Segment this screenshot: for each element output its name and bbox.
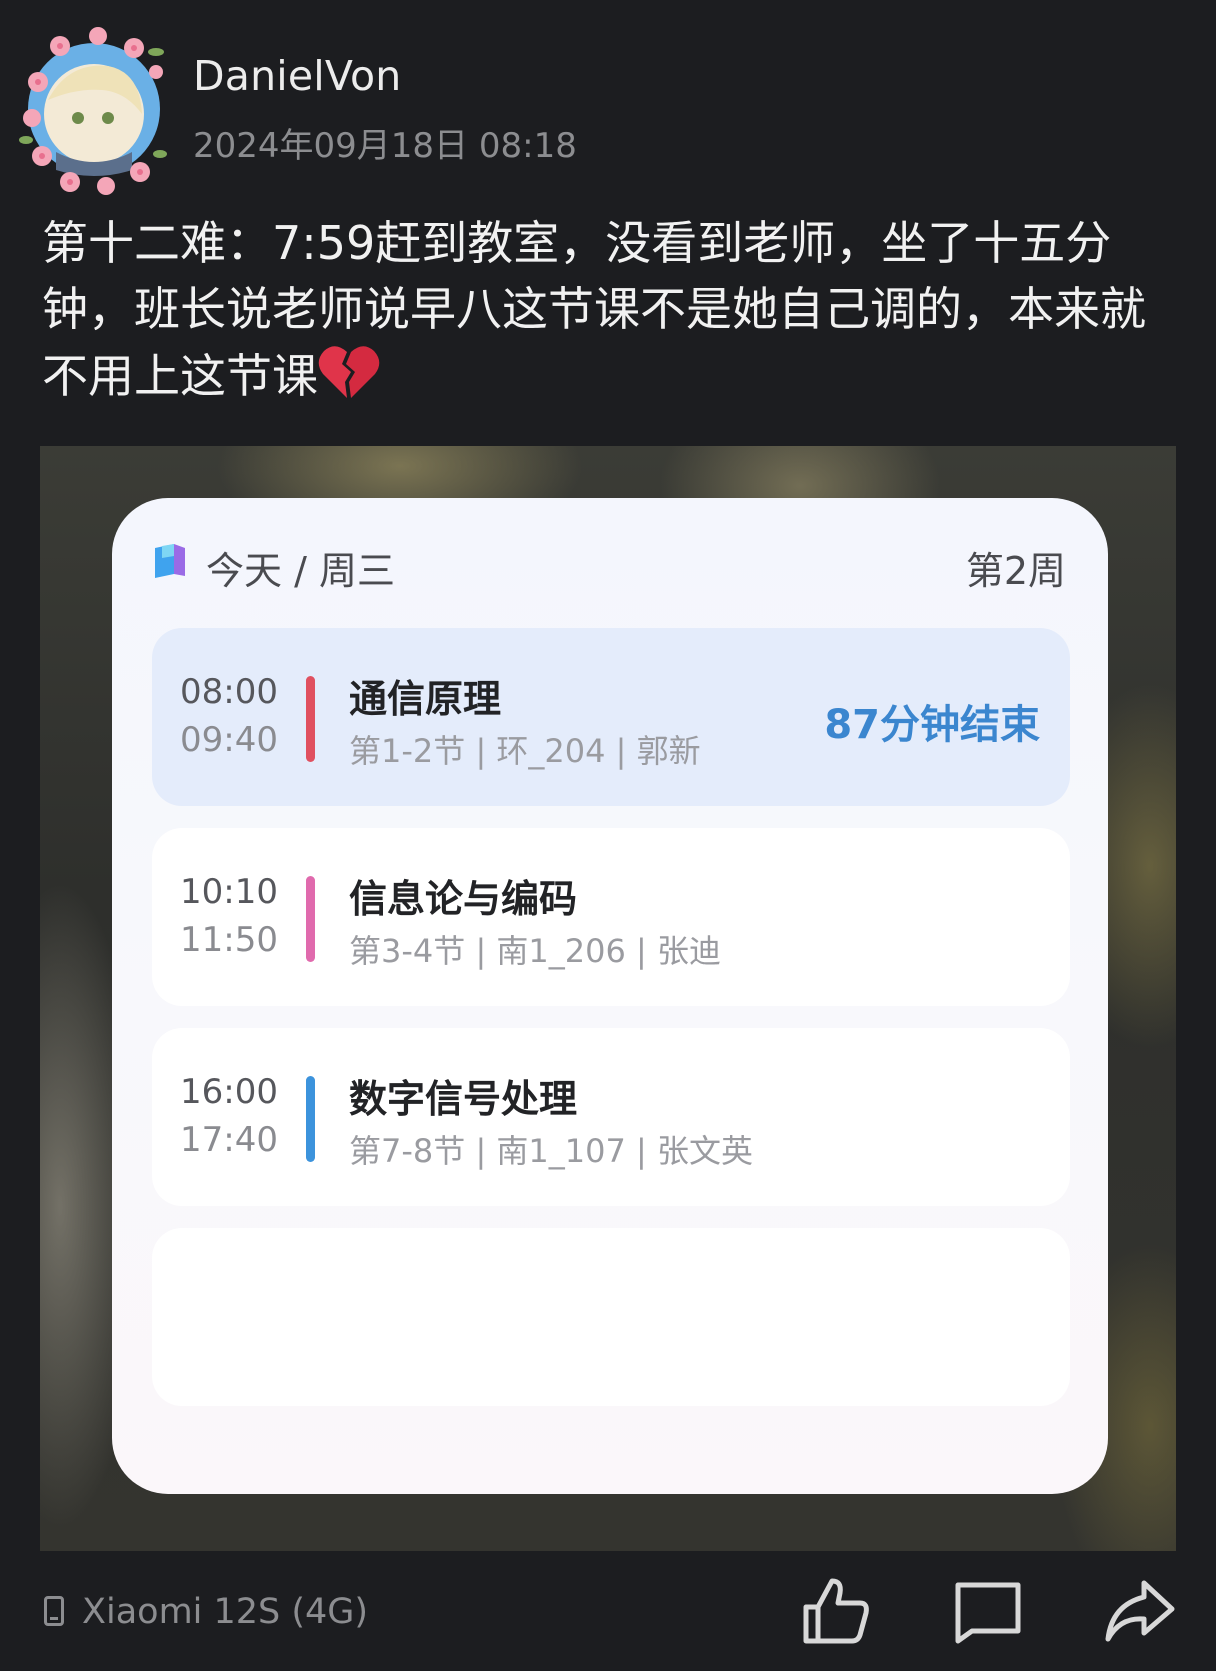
like-button[interactable]	[800, 1575, 872, 1647]
course-name: 数字信号处理	[349, 1077, 578, 1121]
post-timestamp: 2024年09月18日 08:18	[193, 126, 577, 166]
like-icon	[803, 1578, 869, 1644]
course-color-bar	[306, 1076, 315, 1162]
course-status: 87分钟结束	[824, 702, 1040, 748]
course-card[interactable]: 16:00 17:40 数字信号处理 第7-8节 | 南1_107 | 张文英	[152, 1028, 1070, 1206]
username[interactable]: DanielVon	[193, 52, 401, 100]
post-image[interactable]: 今天 / 周三 第2周 08:00 09:40 通信原理 第1-2节 | 环_2…	[40, 446, 1176, 1551]
schedule-widget: 今天 / 周三 第2周 08:00 09:40 通信原理 第1-2节 | 环_2…	[112, 498, 1108, 1494]
course-name: 信息论与编码	[349, 877, 578, 921]
share-icon	[1105, 1580, 1175, 1642]
app-logo-icon	[155, 544, 185, 578]
course-start-time: 16:00	[180, 1072, 278, 1112]
share-button[interactable]	[1104, 1575, 1176, 1647]
empty-course-slot	[152, 1228, 1070, 1406]
post-text: 第十二难：7:59赶到教室，没看到老师，坐了十五分钟，班长说老师说早八这节课不是…	[42, 210, 1182, 409]
course-card[interactable]: 10:10 11:50 信息论与编码 第3-4节 | 南1_206 | 张迪	[152, 828, 1070, 1006]
phone-icon	[44, 1596, 64, 1626]
widget-date-title: 今天 / 周三	[206, 549, 395, 593]
device-source: Xiaomi 12S (4G)	[44, 1592, 368, 1632]
course-detail: 第1-2节 | 环_204 | 郭新	[349, 732, 701, 770]
post-text-content: 第十二难：7:59赶到教室，没看到老师，坐了十五分钟，班长说老师说早八这节课不是…	[42, 216, 1146, 403]
avatar[interactable]	[16, 22, 172, 196]
course-color-bar	[306, 676, 315, 762]
course-end-time: 09:40	[180, 720, 278, 760]
course-card[interactable]: 08:00 09:40 通信原理 第1-2节 | 环_204 | 郭新 87分钟…	[152, 628, 1070, 806]
broken-heart-icon	[318, 342, 380, 400]
course-color-bar	[306, 876, 315, 962]
course-end-time: 11:50	[180, 920, 278, 960]
course-name: 通信原理	[349, 677, 502, 721]
course-detail: 第7-8节 | 南1_107 | 张文英	[349, 1132, 753, 1170]
post-card: DanielVon 2024年09月18日 08:18 第十二难：7:59赶到教…	[0, 0, 1216, 1671]
course-end-time: 17:40	[180, 1120, 278, 1160]
comment-icon	[955, 1582, 1021, 1644]
course-start-time: 08:00	[180, 672, 278, 712]
course-start-time: 10:10	[180, 872, 278, 912]
device-name: Xiaomi 12S (4G)	[82, 1592, 369, 1632]
widget-week-label: 第2周	[965, 549, 1066, 593]
comment-button[interactable]	[952, 1575, 1024, 1647]
course-detail: 第3-4节 | 南1_206 | 张迪	[349, 932, 721, 970]
